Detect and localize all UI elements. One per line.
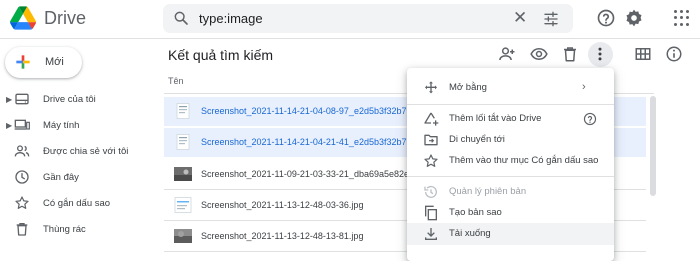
- menu-item-label: Tải xuống: [449, 228, 491, 239]
- context-menu: Mở bằng › Thêm lối tắt vào Drive Di chuy…: [407, 68, 614, 261]
- sidebar-item-my-drive[interactable]: ▶ Drive của tôi: [0, 88, 150, 110]
- menu-item-label: Thêm lối tắt vào Drive: [449, 113, 542, 124]
- menu-divider: [407, 176, 614, 177]
- menu-item-move-to[interactable]: Di chuyển tới: [407, 129, 614, 151]
- menu-item-manage-versions: Quản lý phiên bản: [407, 181, 614, 203]
- computer-icon: [14, 119, 30, 130]
- help-icon[interactable]: [596, 8, 616, 28]
- app-name: Drive: [44, 7, 87, 28]
- sidebar-item-shared-with-me[interactable]: Được chia sẻ với tôi: [0, 140, 150, 162]
- menu-item-open-with[interactable]: Mở bằng ›: [407, 77, 614, 99]
- my-drive-icon: [15, 93, 29, 105]
- new-button[interactable]: Mới: [5, 47, 82, 78]
- copy-icon: [425, 205, 437, 221]
- settings-gear-icon[interactable]: [624, 8, 644, 28]
- clear-search-icon[interactable]: ✕: [513, 9, 527, 27]
- preview-eye-icon[interactable]: [530, 45, 548, 63]
- sidebar-item-label: Máy tính: [43, 119, 80, 131]
- new-button-label: Mới: [45, 56, 64, 68]
- trash-icon: [16, 223, 28, 236]
- share-add-person-icon[interactable]: [498, 45, 516, 63]
- search-icon[interactable]: [173, 10, 189, 26]
- expand-caret-icon[interactable]: ▶: [6, 95, 12, 104]
- search-bar[interactable]: type:image ✕: [163, 4, 573, 33]
- drive-logo[interactable]: Drive: [10, 6, 86, 30]
- menu-item-label: Tạo bản sao: [449, 207, 502, 218]
- delete-trash-icon[interactable]: [561, 45, 579, 63]
- version-history-icon: [424, 185, 437, 198]
- document-thumb-icon: [176, 103, 190, 119]
- photo-thumb-icon: [174, 229, 192, 243]
- info-icon[interactable]: [665, 45, 683, 63]
- menu-item-add-shortcut[interactable]: Thêm lối tắt vào Drive: [407, 108, 614, 130]
- document-thumb-icon: [174, 197, 192, 213]
- expand-caret-icon[interactable]: ▶: [6, 121, 12, 130]
- menu-item-label: Mở bằng: [449, 82, 487, 93]
- column-header-name[interactable]: Tên: [168, 76, 184, 86]
- file-name: Screenshot_2021-11-13-12-48-13-81.jpg: [201, 231, 364, 241]
- shared-icon: [14, 145, 30, 157]
- sidebar-item-recent[interactable]: Gần đây: [0, 166, 150, 188]
- file-name: Screenshot_2021-11-09-21-03-33-21_dba69a…: [201, 169, 420, 179]
- menu-item-download[interactable]: Tải xuống: [407, 223, 614, 245]
- menu-item-label: Di chuyển tới: [449, 134, 505, 145]
- add-shortcut-icon: [424, 112, 439, 126]
- menu-item-make-copy[interactable]: Tạo bản sao: [407, 202, 614, 224]
- download-icon: [425, 228, 437, 240]
- photo-thumb-icon: [174, 167, 192, 181]
- star-icon: [15, 196, 29, 209]
- more-vertical-icon[interactable]: [591, 45, 609, 63]
- scrollbar[interactable]: [650, 96, 656, 196]
- move-to-folder-icon: [424, 134, 438, 146]
- move-arrows-icon: [425, 81, 437, 94]
- sidebar-item-label: Được chia sẻ với tôi: [43, 145, 129, 157]
- menu-item-add-to-starred[interactable]: Thêm vào thư mục Có gắn dấu sao: [407, 150, 614, 172]
- sidebar-item-label: Gần đây: [43, 171, 79, 183]
- sidebar-item-computers[interactable]: ▶ Máy tính: [0, 114, 150, 136]
- file-name: Screenshot_2021-11-14-21-04-08-97_e2d5b3…: [201, 106, 422, 116]
- chevron-right-icon: ›: [582, 81, 586, 93]
- drive-logo-icon: [10, 6, 36, 30]
- apps-grid-icon[interactable]: [674, 10, 690, 26]
- sidebar-item-starred[interactable]: Có gắn dấu sao: [0, 192, 150, 214]
- file-name: Screenshot_2021-11-13-12-48-03-36.jpg: [201, 200, 364, 210]
- menu-item-label: Quản lý phiên bản: [449, 186, 527, 197]
- plus-icon: [16, 55, 30, 69]
- search-options-icon[interactable]: [543, 11, 559, 27]
- grid-view-icon[interactable]: [634, 45, 652, 63]
- help-circle-icon[interactable]: [583, 112, 597, 126]
- sidebar-item-label: Thùng rác: [43, 223, 86, 235]
- sidebar-item-label: Drive của tôi: [43, 93, 96, 105]
- page-title: Kết quả tìm kiếm: [168, 47, 274, 63]
- sidebar-item-label: Có gắn dấu sao: [43, 197, 111, 209]
- menu-item-label: Thêm vào thư mục Có gắn dấu sao: [449, 155, 599, 166]
- header-divider: [0, 38, 700, 39]
- clock-icon: [15, 170, 29, 184]
- search-input[interactable]: type:image: [199, 11, 263, 26]
- document-thumb-icon: [176, 134, 190, 150]
- star-outline-icon: [424, 154, 438, 167]
- file-name: Screenshot_2021-11-14-21-04-21-41_e2d5b3…: [201, 137, 422, 147]
- sidebar-item-trash[interactable]: Thùng rác: [0, 218, 150, 240]
- menu-divider: [407, 104, 614, 105]
